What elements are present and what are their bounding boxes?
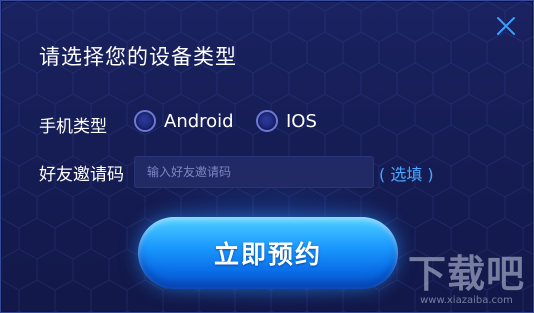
device-reservation-dialog: 请选择您的设备类型 手机类型 Android IOS 好友邀请码 ( 选填 ) … [0,0,534,313]
watermark-url: www.xiazaiba.com [420,295,513,306]
radio-option-ios[interactable]: IOS [256,110,317,132]
radio-unselected-icon[interactable] [134,110,156,132]
radio-option-android[interactable]: Android [134,110,234,132]
site-watermark: 下载吧 www.xiazaiba.com [408,255,525,306]
dialog-title: 请选择您的设备类型 [39,45,237,69]
device-type-label: 手机类型 [39,117,107,137]
invite-code-input[interactable] [134,156,374,188]
radio-unselected-icon[interactable] [256,110,278,132]
invite-code-label: 好友邀请码 [39,165,124,185]
close-icon[interactable] [495,15,517,37]
radio-option-label: IOS [286,110,317,132]
optional-hint: ( 选填 ) [379,165,434,184]
radio-option-label: Android [164,110,234,132]
watermark-logo-text: 下载吧 [407,252,525,296]
reserve-now-button[interactable]: 立即预约 [138,217,398,289]
